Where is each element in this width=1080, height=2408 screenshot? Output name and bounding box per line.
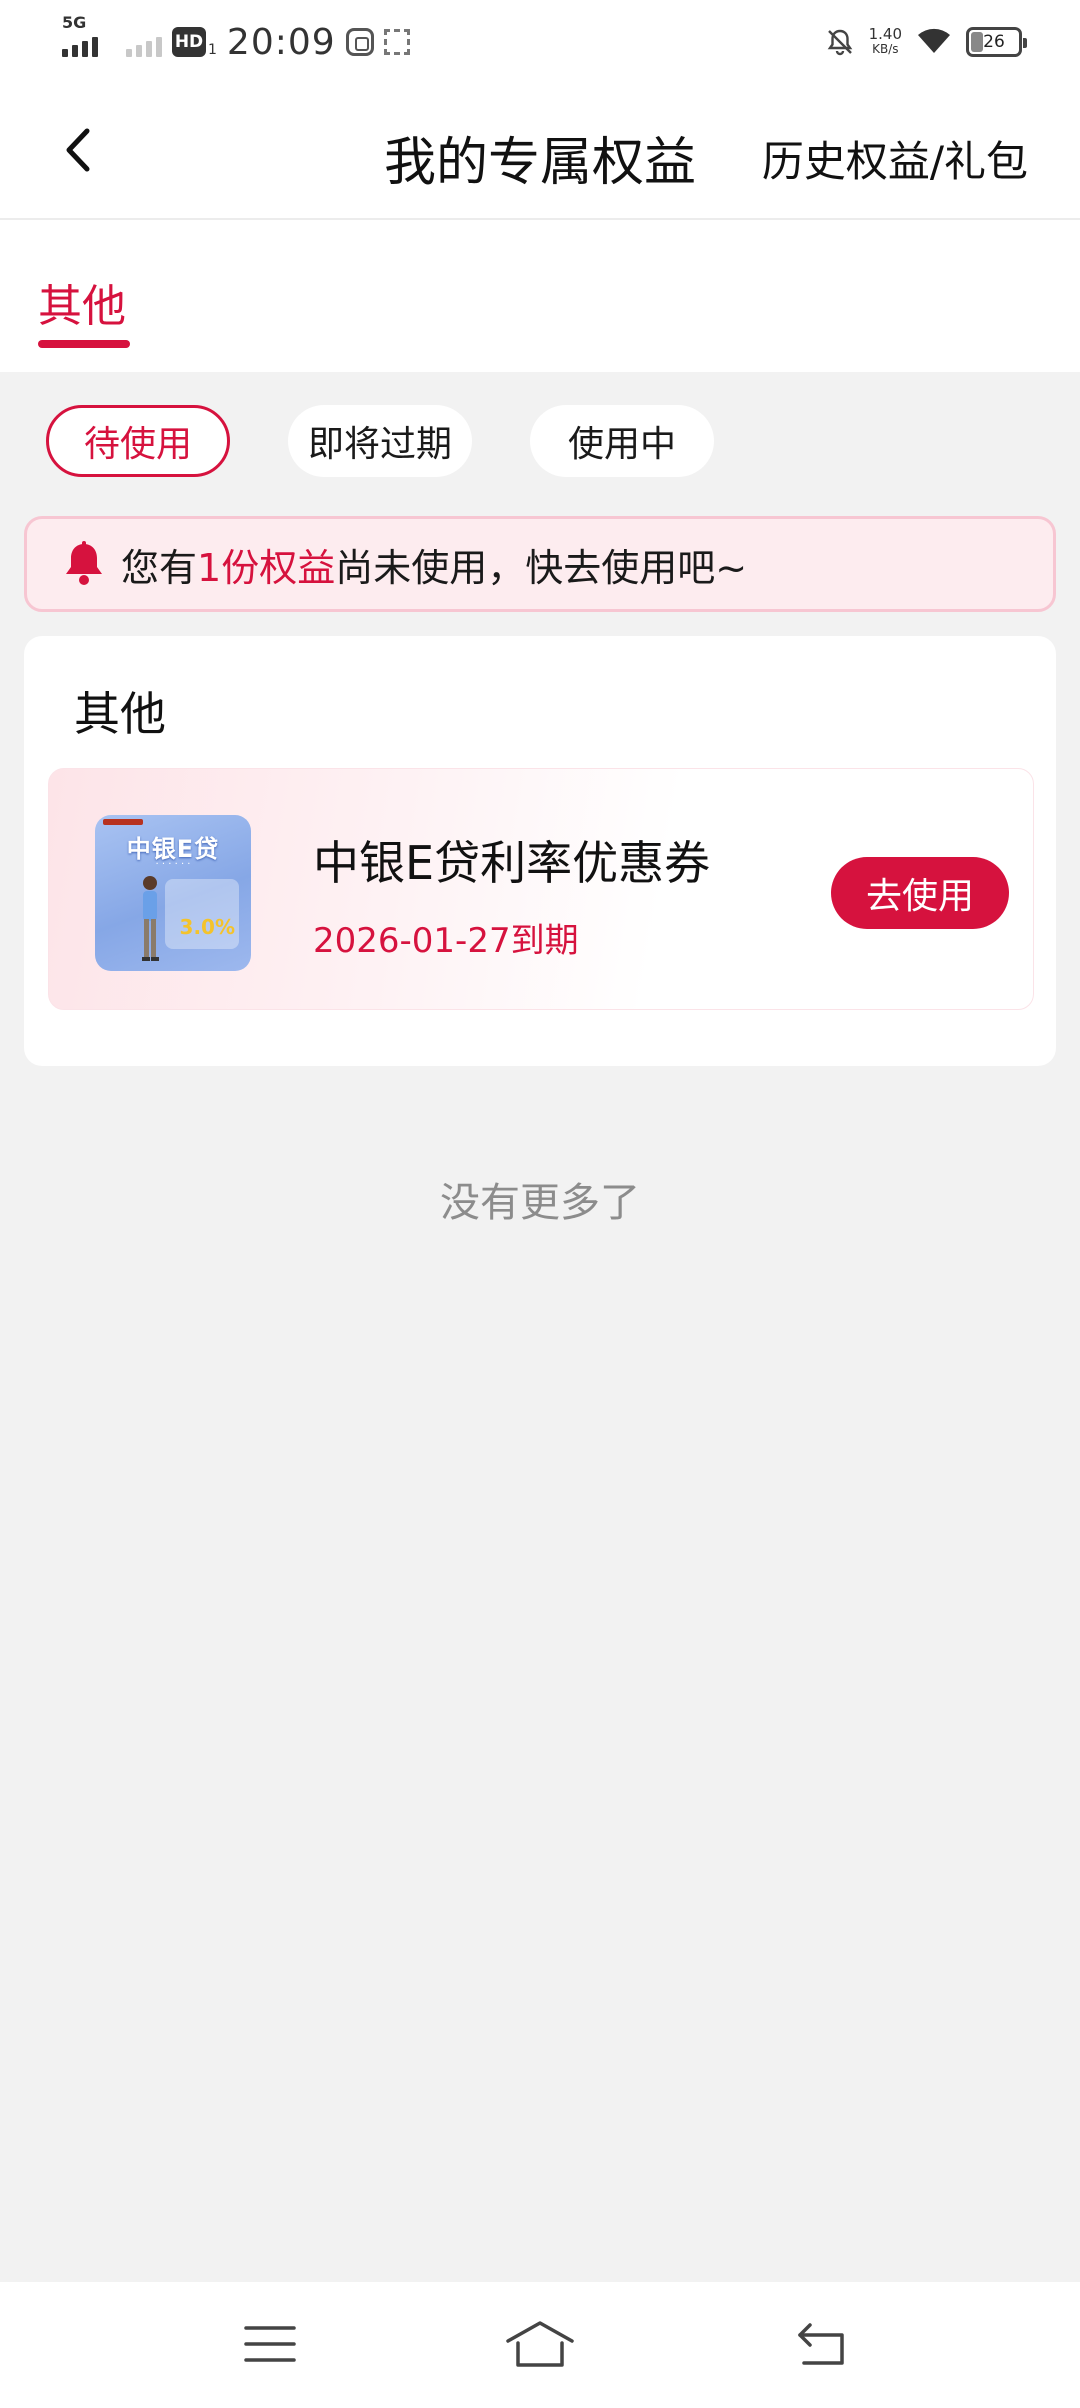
network-speed-value: 1.40 bbox=[868, 25, 902, 43]
active-tab-indicator bbox=[38, 340, 130, 348]
system-back-button[interactable] bbox=[782, 2312, 862, 2376]
bank-logo bbox=[103, 819, 143, 825]
menu-icon bbox=[244, 2326, 296, 2362]
benefit-section-card: 其他 中银E贷 · · · · · · 3.0% 中银E贷利率优惠券 2026-… bbox=[24, 636, 1056, 1066]
tab-other[interactable]: 其他 bbox=[38, 270, 126, 334]
notice-highlight: 1份权益 bbox=[197, 545, 336, 590]
person-illustration-icon bbox=[142, 876, 159, 961]
filter-in-use[interactable]: 使用中 bbox=[530, 405, 715, 477]
network-speed-unit: KB/s bbox=[872, 42, 899, 56]
network-speed: 1.40 KB/s bbox=[869, 27, 902, 57]
filter-expiring-soon[interactable]: 即将过期 bbox=[288, 405, 473, 477]
coupon-thumbnail: 中银E贷 · · · · · · 3.0% bbox=[95, 815, 251, 971]
coupon-name: 中银E贷利率优惠券 bbox=[313, 836, 711, 890]
battery-level: 26 bbox=[983, 32, 1005, 52]
cellular-signal-icon: 5G bbox=[62, 13, 98, 57]
app-notification-icon bbox=[345, 28, 374, 56]
notice-text: 您有1份权益尚未使用，快去使用吧~ bbox=[121, 537, 747, 592]
status-time: 20:09 bbox=[226, 21, 336, 63]
wifi-icon bbox=[916, 25, 952, 59]
mute-bell-icon bbox=[825, 27, 855, 57]
network-type-label: 5G bbox=[62, 13, 87, 32]
history-benefits-link[interactable]: 历史权益/礼包 bbox=[762, 128, 1028, 189]
section-title: 其他 bbox=[74, 687, 166, 741]
system-navigation-bar bbox=[0, 2282, 1080, 2408]
system-menu-button[interactable] bbox=[230, 2312, 310, 2376]
battery-icon: 26 bbox=[966, 27, 1027, 57]
home-icon bbox=[506, 2321, 574, 2367]
no-more-items-text: 没有更多了 bbox=[440, 1180, 640, 1226]
status-bar: 5G HD 1 20:09 1.40 KB/s 26 bbox=[0, 0, 1080, 82]
bell-icon bbox=[66, 541, 102, 585]
unused-benefit-notice: 您有1份权益尚未使用，快去使用吧~ bbox=[24, 516, 1056, 612]
status-filters: 待使用 即将过期 使用中 bbox=[46, 405, 715, 477]
system-home-button[interactable] bbox=[500, 2312, 580, 2376]
status-left: 5G HD 1 20:09 bbox=[62, 13, 410, 66]
back-icon bbox=[798, 2323, 844, 2365]
hd-voice-icon: HD bbox=[172, 27, 206, 57]
coupon-item[interactable]: 中银E贷 · · · · · · 3.0% 中银E贷利率优惠券 2026-01-… bbox=[48, 768, 1034, 1010]
thumbnail-rate: 3.0% bbox=[179, 915, 235, 939]
hd-sub-label: 1 bbox=[208, 42, 217, 58]
filter-pending[interactable]: 待使用 bbox=[46, 405, 230, 477]
top-navigation-bar: 我的专属权益 历史权益/礼包 bbox=[0, 82, 1080, 220]
status-right: 1.40 KB/s 26 bbox=[825, 20, 1027, 64]
notice-prefix: 您有 bbox=[121, 545, 198, 590]
coupon-expiry-date: 2026-01-27到期 bbox=[313, 921, 579, 961]
notice-suffix: 尚未使用，快去使用吧~ bbox=[335, 545, 748, 590]
thumbnail-subtitle-decoration: · · · · · · bbox=[155, 859, 191, 870]
category-tabs: 其他 bbox=[0, 220, 1080, 372]
screenshot-notification-icon bbox=[383, 29, 410, 55]
secondary-signal-icon bbox=[126, 27, 162, 57]
use-now-button[interactable]: 去使用 bbox=[831, 857, 1009, 929]
